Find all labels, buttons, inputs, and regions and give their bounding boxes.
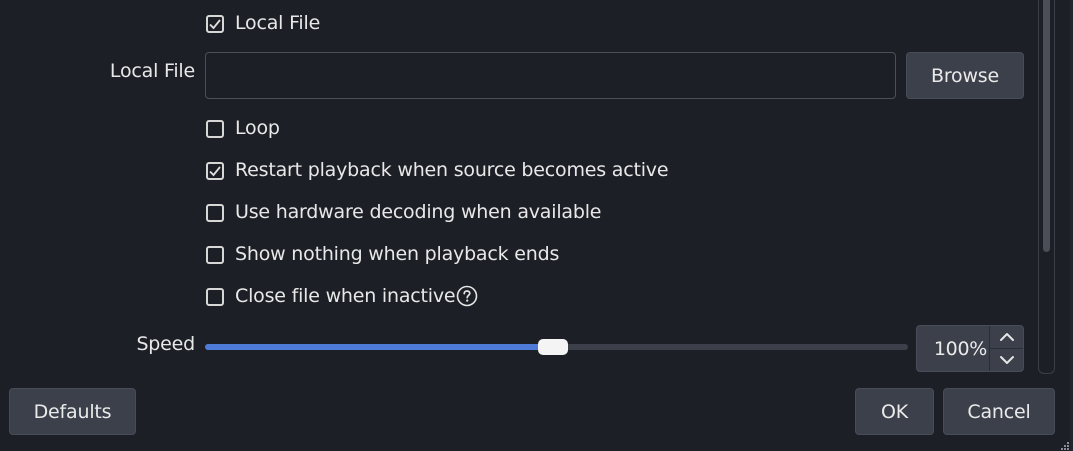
speed-decrement-button[interactable] <box>990 349 1023 371</box>
hardware-decoding-checkbox[interactable] <box>206 203 224 222</box>
loop-checkbox-row[interactable]: Loop <box>206 116 280 140</box>
local-file-label: Local File <box>109 60 195 82</box>
vertical-scrollbar[interactable] <box>1038 0 1055 374</box>
checkmark-icon <box>209 18 221 29</box>
hardware-decoding-checkbox-row[interactable]: Use hardware decoding when available <box>206 200 601 224</box>
speed-slider-fill <box>205 344 553 350</box>
speed-slider-handle[interactable] <box>538 339 568 355</box>
local-file-checkbox-row[interactable]: Local File <box>206 11 320 35</box>
loop-label: Loop <box>235 117 280 139</box>
show-nothing-checkbox-row[interactable]: Show nothing when playback ends <box>206 242 559 266</box>
speed-value[interactable]: 100% <box>917 326 989 371</box>
hardware-decoding-label: Use hardware decoding when available <box>235 201 602 223</box>
restart-playback-checkbox-row[interactable]: Restart playback when source becomes act… <box>206 158 669 182</box>
speed-slider[interactable] <box>205 339 908 355</box>
ok-button[interactable]: OK <box>855 388 934 435</box>
close-file-label: Close file when inactive <box>235 285 456 307</box>
restart-playback-checkbox[interactable] <box>206 161 224 180</box>
checkmark-icon <box>209 165 221 176</box>
browse-button[interactable]: Browse <box>906 52 1024 99</box>
defaults-button[interactable]: Defaults <box>9 388 136 435</box>
speed-increment-button[interactable] <box>990 326 1023 349</box>
speed-label: Speed <box>136 333 195 355</box>
question-circle-icon[interactable] <box>456 285 478 307</box>
close-file-checkbox[interactable] <box>206 287 224 306</box>
show-nothing-checkbox[interactable] <box>206 245 224 264</box>
close-file-checkbox-row[interactable]: Close file when inactive <box>206 284 478 308</box>
scrollbar-thumb[interactable] <box>1043 0 1050 252</box>
resize-grip-icon[interactable] <box>1058 440 1070 451</box>
show-nothing-label: Show nothing when playback ends <box>235 243 560 265</box>
local-file-checkbox-label: Local File <box>235 12 321 34</box>
cancel-button[interactable]: Cancel <box>943 388 1055 435</box>
restart-playback-label: Restart playback when source becomes act… <box>235 159 669 181</box>
speed-spinbox[interactable]: 100% <box>916 325 1024 372</box>
chevron-down-icon <box>1000 356 1014 364</box>
loop-checkbox[interactable] <box>206 119 224 138</box>
local-file-input[interactable] <box>205 52 896 99</box>
chevron-up-icon <box>1000 333 1014 341</box>
local-file-checkbox[interactable] <box>206 14 224 33</box>
